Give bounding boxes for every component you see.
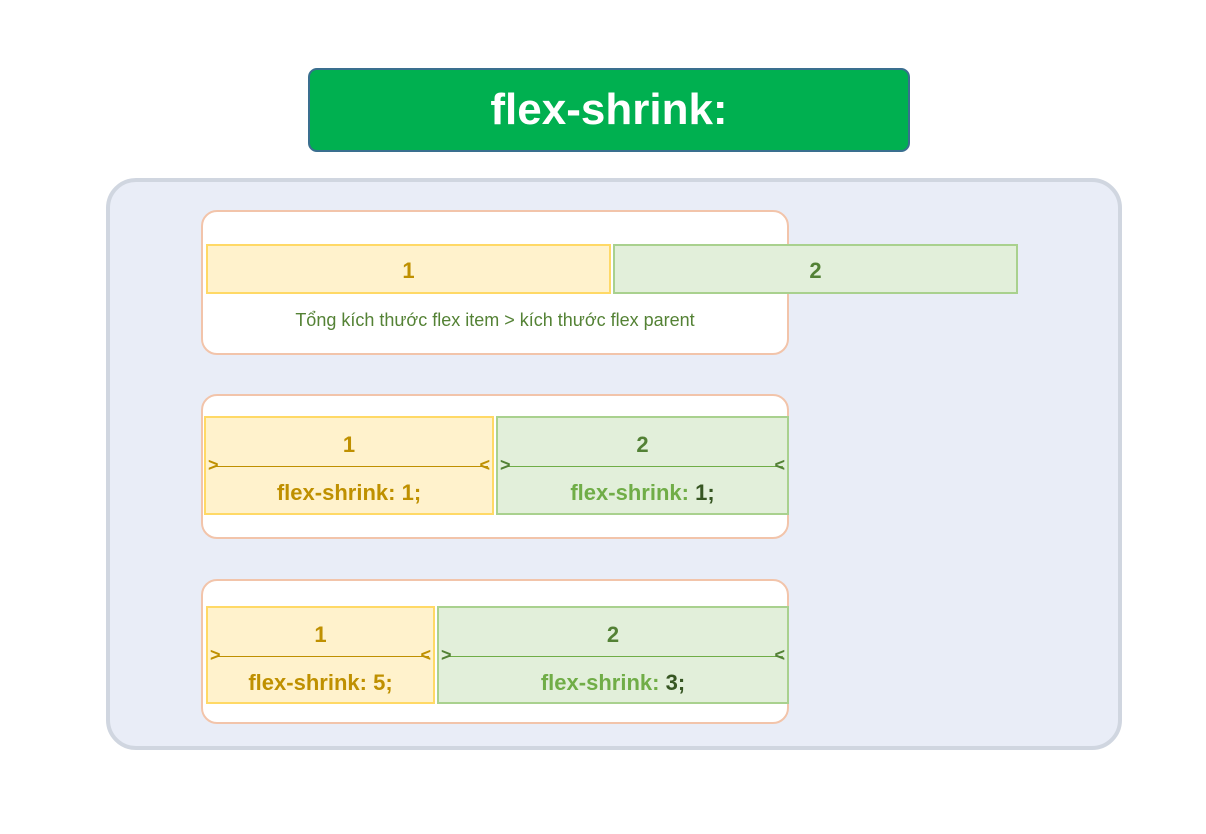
prop-name: flex-shrink: xyxy=(276,480,396,505)
prop-value: 5; xyxy=(373,670,393,695)
flex-item-1: 1 xyxy=(206,244,611,294)
size-arrow: > < xyxy=(500,455,785,475)
prop-name: flex-shrink: xyxy=(570,480,689,505)
size-arrow: > < xyxy=(210,645,431,665)
arrow-right-head: < xyxy=(774,455,785,475)
size-arrow: > < xyxy=(441,645,785,665)
prop-value: 1; xyxy=(401,480,422,505)
prop-name: flex-shrink: xyxy=(248,670,367,695)
flex-item-1-label: 1 xyxy=(314,622,327,647)
flex-shrink-value: flex-shrink: 5; xyxy=(208,670,433,696)
arrow-left-head: > xyxy=(208,455,219,475)
flex-item-2-label: 2 xyxy=(606,622,620,647)
flex-shrink-value: flex-shrink: 1; xyxy=(498,480,787,506)
flex-shrink-value: flex-shrink: 1; xyxy=(206,480,492,506)
arrow-left-head: > xyxy=(441,645,452,665)
overflow-caption: Tổng kích thước flex item > kích thước f… xyxy=(295,310,695,330)
arrow-left-head: > xyxy=(210,645,221,665)
arrow-right-head: < xyxy=(420,645,431,665)
flex-item-2: 2 xyxy=(613,244,1018,294)
arrow-right-head: < xyxy=(479,455,490,475)
flex-item-2-label: 2 xyxy=(809,258,822,283)
flex-shrink-value: flex-shrink: 3; xyxy=(439,670,787,696)
prop-value: 1; xyxy=(695,480,715,505)
prop-name: flex-shrink: xyxy=(540,670,660,695)
flex-item-1-label: 1 xyxy=(342,432,356,457)
size-arrow: > < xyxy=(208,455,490,475)
flex-item-1-label: 1 xyxy=(402,258,415,283)
arrow-right-head: < xyxy=(774,645,785,665)
diagram-title: flex-shrink: xyxy=(308,68,910,152)
flex-item-2: 2 > < flex-shrink: 3; xyxy=(437,606,789,704)
prop-value: 3; xyxy=(665,670,686,695)
flex-item-1: 1 > < flex-shrink: 1; xyxy=(204,416,494,515)
flex-item-1: 1 > < flex-shrink: 5; xyxy=(206,606,435,704)
flex-item-2-label: 2 xyxy=(636,432,649,457)
arrow-left-head: > xyxy=(500,455,511,475)
flex-item-2: 2 > < flex-shrink: 1; xyxy=(496,416,789,515)
